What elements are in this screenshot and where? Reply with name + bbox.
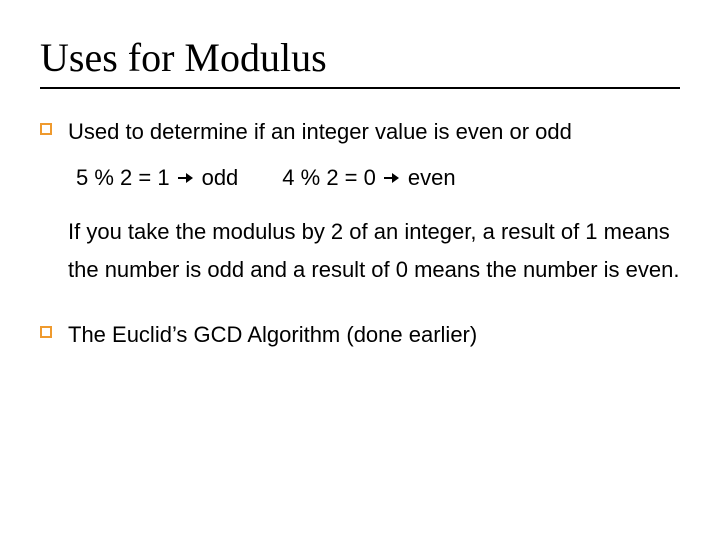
example-expression: 4 % 2 = 0	[282, 165, 376, 191]
square-bullet-icon	[40, 326, 52, 338]
examples-row: 5 % 2 = 1 odd 4 % 2 = 0 even	[76, 165, 680, 191]
square-bullet-icon	[40, 123, 52, 135]
arrow-icon	[178, 171, 194, 185]
arrow-icon	[384, 171, 400, 185]
bullet-text: Used to determine if an integer value is…	[68, 117, 572, 147]
slide-title: Uses for Modulus	[40, 34, 680, 81]
example-item: 5 % 2 = 1 odd	[76, 165, 238, 191]
explanation-text: If you take the modulus by 2 of an integ…	[68, 213, 680, 290]
example-expression: 5 % 2 = 1	[76, 165, 170, 191]
bullet-text: The Euclid’s GCD Algorithm (done earlier…	[68, 320, 477, 350]
title-underline	[40, 87, 680, 89]
example-result: even	[408, 165, 456, 191]
example-result: odd	[202, 165, 239, 191]
example-item: 4 % 2 = 0 even	[282, 165, 455, 191]
bullet-item: The Euclid’s GCD Algorithm (done earlier…	[40, 320, 680, 350]
slide: Uses for Modulus Used to determine if an…	[0, 0, 720, 540]
bullet-item: Used to determine if an integer value is…	[40, 117, 680, 147]
